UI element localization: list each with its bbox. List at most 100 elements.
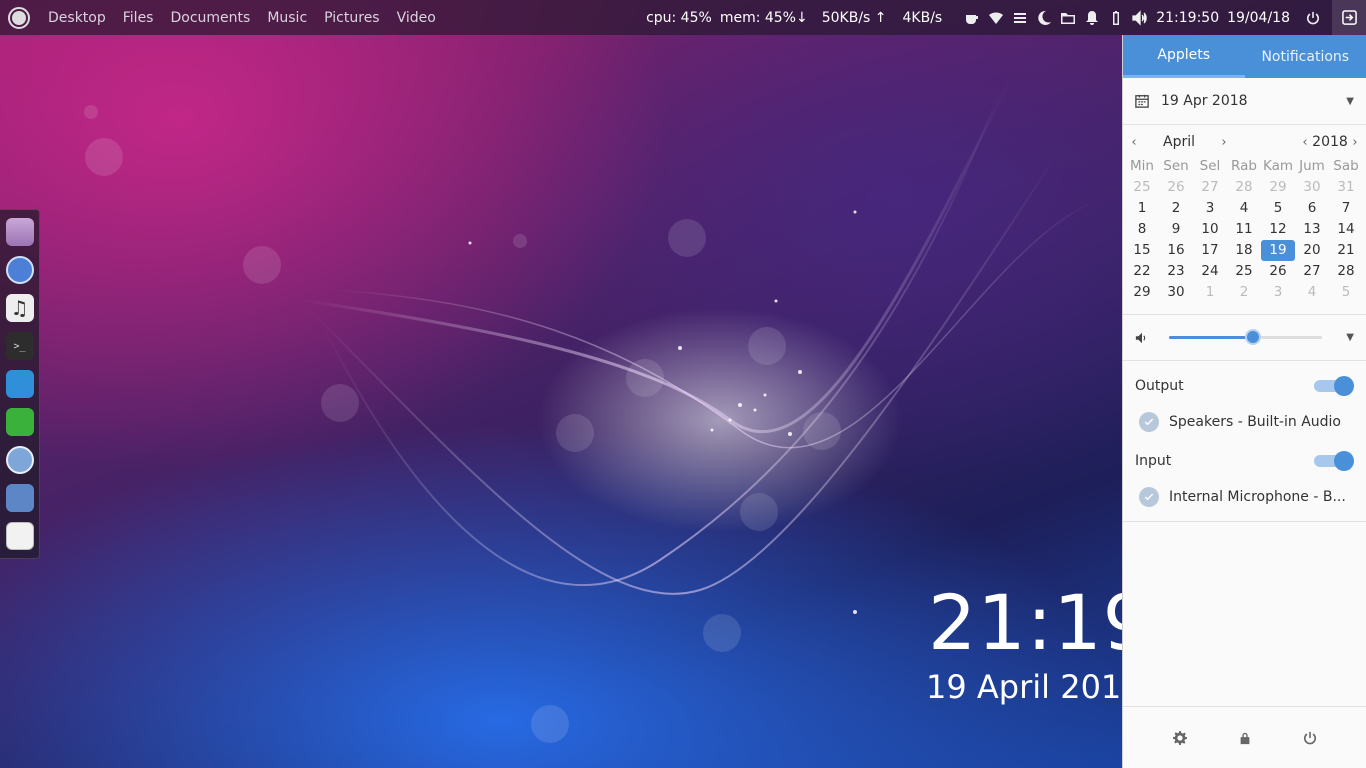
calendar-day[interactable]: 26 <box>1261 261 1295 282</box>
browser-icon[interactable] <box>5 446 34 474</box>
sidebar-footer <box>1123 706 1366 768</box>
calendar-day[interactable]: 24 <box>1193 261 1227 282</box>
lock-icon[interactable] <box>1238 731 1252 745</box>
calendar-day[interactable]: 4 <box>1295 282 1329 303</box>
app-menu-button[interactable] <box>8 6 30 29</box>
mem-usage: mem: 45%↓ <box>719 9 808 26</box>
calendar-day[interactable]: 27 <box>1295 261 1329 282</box>
calendar-day[interactable]: 30 <box>1159 282 1193 303</box>
place-desktop[interactable]: Desktop <box>48 10 106 26</box>
calendar-day[interactable]: 4 <box>1227 198 1261 219</box>
calendar-day[interactable]: 3 <box>1193 198 1227 219</box>
next-month-button[interactable]: › <box>1217 135 1231 150</box>
calendar-day[interactable]: 25 <box>1227 261 1261 282</box>
coffee-icon[interactable] <box>964 10 980 26</box>
calendar-day[interactable]: 21 <box>1329 240 1363 261</box>
spreadsheet-icon[interactable] <box>5 408 34 436</box>
calendar-day[interactable]: 6 <box>1295 198 1329 219</box>
volume-slider-knob[interactable] <box>1245 329 1262 345</box>
calendar-day[interactable]: 22 <box>1125 261 1159 282</box>
panel-clock[interactable]: 21:19:50 <box>1156 10 1219 26</box>
calendar-day[interactable]: 28 <box>1227 177 1261 198</box>
calendar-day[interactable]: 29 <box>1261 177 1295 198</box>
calendar-day[interactable]: 8 <box>1125 219 1159 240</box>
chevron-down-icon[interactable]: ▼ <box>1346 332 1354 343</box>
folder-icon[interactable] <box>1060 10 1076 26</box>
calendar-day[interactable]: 14 <box>1329 219 1363 240</box>
volume-icon[interactable] <box>1132 9 1148 26</box>
check-icon <box>1139 487 1159 507</box>
calendar-day[interactable]: 2 <box>1227 282 1261 303</box>
next-year-button[interactable]: › <box>1348 135 1362 150</box>
calendar-day[interactable]: 23 <box>1159 261 1193 282</box>
place-documents[interactable]: Documents <box>170 10 250 26</box>
calendar-day[interactable]: 2 <box>1159 198 1193 219</box>
calendar-day[interactable]: 10 <box>1193 219 1227 240</box>
calendar-day[interactable]: 17 <box>1193 240 1227 261</box>
calendar-day[interactable]: 18 <box>1227 240 1261 261</box>
calendar-day[interactable]: 15 <box>1125 240 1159 261</box>
moon-icon[interactable] <box>1036 10 1052 26</box>
input-toggle[interactable] <box>1314 451 1354 471</box>
apps-grid-icon[interactable] <box>5 256 34 284</box>
chevron-down-icon[interactable]: ▼ <box>1346 96 1354 107</box>
place-music[interactable]: Music <box>267 10 307 26</box>
calendar-day[interactable]: 27 <box>1193 177 1227 198</box>
calendar-year: 2018 <box>1312 134 1348 150</box>
input-device-item[interactable]: Internal Microphone - B... <box>1123 479 1366 515</box>
bell-icon[interactable] <box>1084 10 1100 26</box>
menu-icon[interactable] <box>1012 10 1028 26</box>
power-icon[interactable] <box>1303 731 1317 745</box>
calendar-day[interactable]: 31 <box>1329 177 1363 198</box>
prev-year-button[interactable]: ‹ <box>1298 135 1312 150</box>
place-files[interactable]: Files <box>123 10 154 26</box>
weekday-header: Kam <box>1262 158 1294 174</box>
window-icon[interactable] <box>5 522 34 550</box>
calendar-day[interactable]: 3 <box>1261 282 1295 303</box>
screenshot-icon[interactable] <box>5 484 34 512</box>
system-monitor[interactable]: cpu: 45% mem: 45%↓ 50KB/s ↑ 4KB/s <box>646 10 942 26</box>
battery-icon[interactable] <box>1108 10 1124 26</box>
settings-icon[interactable] <box>1172 730 1187 745</box>
calendar-day[interactable]: 16 <box>1159 240 1193 261</box>
input-label: Input <box>1135 453 1172 469</box>
files-icon[interactable] <box>5 218 34 246</box>
weekday-header: Sen <box>1163 158 1189 174</box>
calendar-day[interactable]: 11 <box>1227 219 1261 240</box>
speaker-icon <box>1135 331 1149 345</box>
calendar-day[interactable]: 12 <box>1261 219 1295 240</box>
calendar-day[interactable]: 1 <box>1193 282 1227 303</box>
panel-date[interactable]: 19/04/18 <box>1227 10 1290 26</box>
music-icon[interactable]: ♫ <box>5 294 34 322</box>
sidebar-toggle-button[interactable] <box>1332 0 1366 35</box>
calendar-day[interactable]: 25 <box>1125 177 1159 198</box>
output-toggle[interactable] <box>1314 376 1354 396</box>
weekday-header: Sel <box>1199 158 1221 174</box>
calendar-day[interactable]: 29 <box>1125 282 1159 303</box>
calendar-day[interactable]: 30 <box>1295 177 1329 198</box>
tab-applets[interactable]: Applets <box>1123 35 1245 78</box>
power-icon[interactable] <box>1306 11 1320 25</box>
date-applet-header[interactable]: 19 Apr 2018 ▼ <box>1123 78 1366 125</box>
terminal-icon[interactable]: >_ <box>5 332 34 360</box>
text-editor-icon[interactable] <box>5 370 34 398</box>
calendar-day[interactable]: 26 <box>1159 177 1193 198</box>
output-device-item[interactable]: Speakers - Built-in Audio <box>1123 404 1366 440</box>
wifi-icon[interactable] <box>988 10 1004 26</box>
calendar-day[interactable]: 7 <box>1329 198 1363 219</box>
place-pictures[interactable]: Pictures <box>324 10 379 26</box>
calendar-day[interactable]: 5 <box>1261 198 1295 219</box>
calendar-day-today[interactable]: 19 <box>1261 240 1295 261</box>
calendar-day[interactable]: 20 <box>1295 240 1329 261</box>
volume-slider[interactable] <box>1169 329 1323 345</box>
calendar-day[interactable]: 13 <box>1295 219 1329 240</box>
calendar-day[interactable]: 9 <box>1159 219 1193 240</box>
calendar-day[interactable]: 5 <box>1329 282 1363 303</box>
calendar-day[interactable]: 28 <box>1329 261 1363 282</box>
prev-month-button[interactable]: ‹ <box>1127 135 1141 150</box>
desklet-date: 19 April 2018 <box>926 668 1142 706</box>
place-video[interactable]: Video <box>397 10 436 26</box>
net-up: 4KB/s <box>902 9 943 26</box>
tab-notifications[interactable]: Notifications <box>1245 35 1366 78</box>
calendar-day[interactable]: 1 <box>1125 198 1159 219</box>
